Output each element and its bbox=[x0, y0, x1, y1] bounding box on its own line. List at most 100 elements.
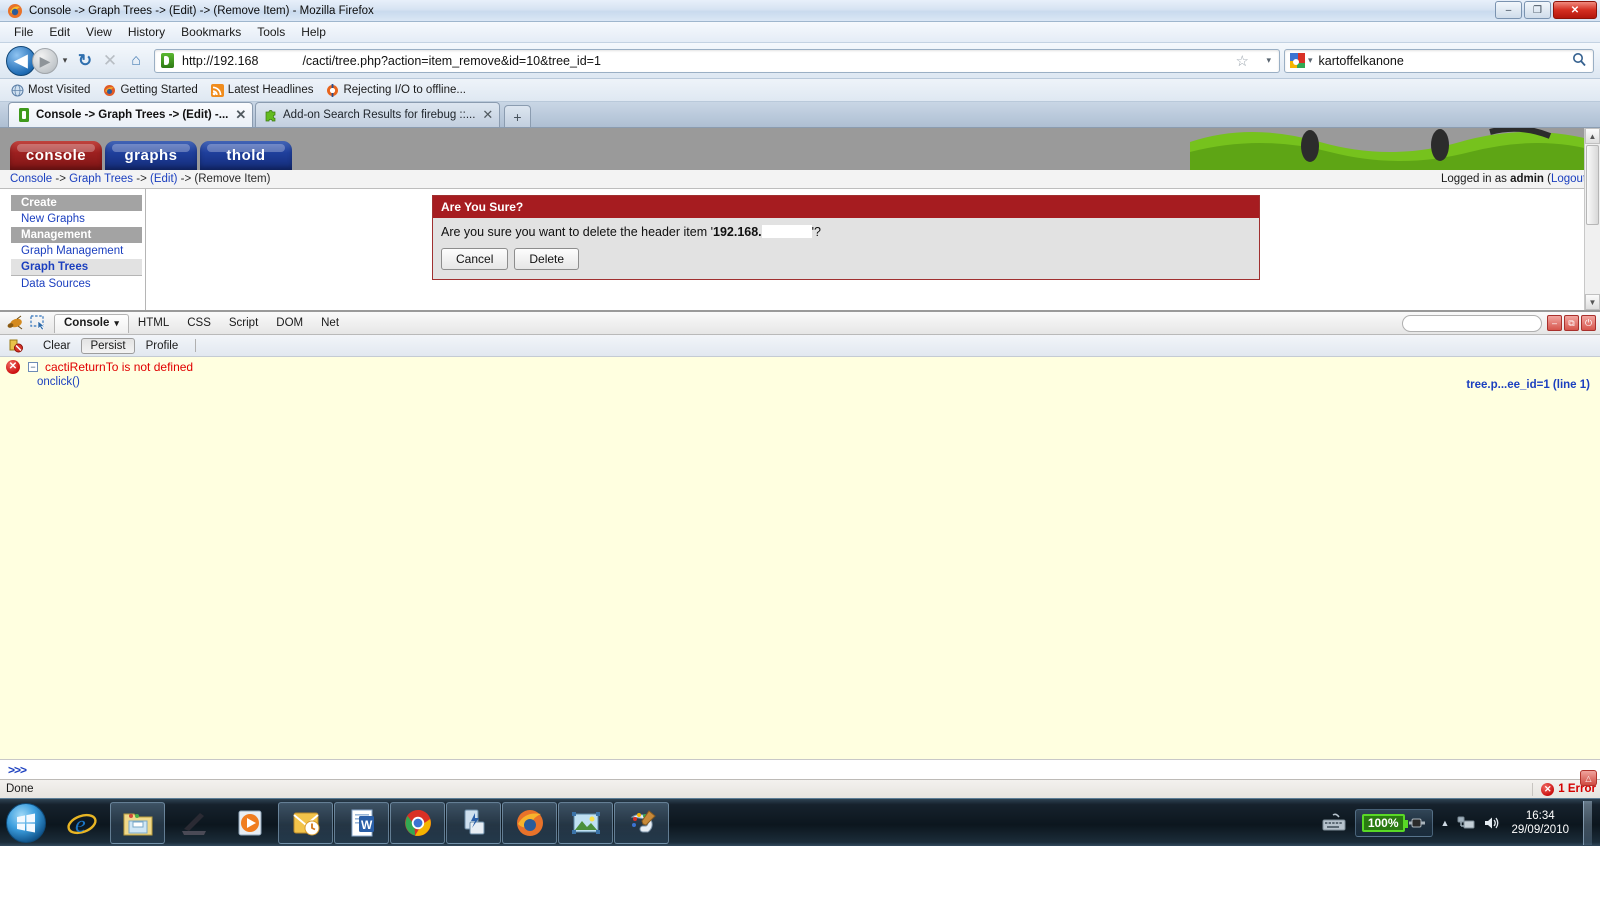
forward-icon[interactable]: ▶ bbox=[32, 47, 58, 74]
menu-tools[interactable]: Tools bbox=[249, 23, 293, 41]
chevron-down-icon[interactable]: ▾ bbox=[1308, 55, 1313, 66]
taskbar-windows-explorer[interactable] bbox=[110, 801, 165, 844]
taskbar-microsoft-paint[interactable] bbox=[614, 801, 669, 844]
search-bar[interactable]: ▾ kartoffelkanone bbox=[1284, 48, 1594, 73]
menu-help[interactable]: Help bbox=[293, 23, 334, 41]
system-tray: 100% ▲ 16:34 29/09/2010 bbox=[1321, 799, 1600, 846]
firebug-tab-console[interactable]: Console ▾ bbox=[54, 313, 129, 333]
search-icon[interactable] bbox=[1572, 52, 1586, 69]
show-hidden-icons-chevron-icon[interactable]: ▲ bbox=[1441, 818, 1450, 828]
keyboard-icon[interactable] bbox=[1321, 813, 1347, 833]
bookmark-latest-headlines[interactable]: Latest Headlines bbox=[206, 83, 319, 98]
breadcrumb-console[interactable]: Console bbox=[10, 173, 52, 185]
clock[interactable]: 16:34 29/09/2010 bbox=[1511, 809, 1569, 837]
tab-console-graph-trees[interactable]: Console -> Graph Trees -> (Edit) -... ✕ bbox=[8, 102, 253, 127]
cacti-tab-console[interactable]: console bbox=[10, 141, 102, 170]
menu-bookmarks[interactable]: Bookmarks bbox=[173, 23, 249, 41]
firebug-tab-dom[interactable]: DOM bbox=[267, 314, 312, 332]
home-icon[interactable]: ⌂ bbox=[122, 52, 150, 70]
close-button[interactable]: ✕ bbox=[1553, 1, 1597, 19]
taskbar-google-chrome[interactable] bbox=[390, 801, 445, 844]
menu-history[interactable]: History bbox=[120, 23, 173, 41]
volume-icon[interactable] bbox=[1483, 815, 1501, 831]
chevron-down-icon[interactable]: ▾ bbox=[1266, 55, 1271, 66]
show-desktop-button[interactable] bbox=[1583, 800, 1592, 845]
taskbar-dark-laptop-app[interactable] bbox=[166, 802, 221, 844]
firebug-close-button[interactable]: ⏻ bbox=[1581, 315, 1596, 331]
expand-toggle-icon[interactable]: − bbox=[28, 362, 38, 372]
sidebar-item-graph-trees[interactable]: Graph Trees bbox=[11, 259, 142, 276]
console-error-source-link[interactable]: tree.p...ee_id=1 (line 1) bbox=[1466, 379, 1590, 391]
tab-addon-search-results[interactable]: Add-on Search Results for firebug ::... … bbox=[255, 102, 500, 127]
firebug-tab-css[interactable]: CSS bbox=[178, 314, 220, 332]
breadcrumb-graph-trees[interactable]: Graph Trees bbox=[69, 173, 133, 185]
google-icon[interactable] bbox=[1290, 53, 1305, 68]
console-error-row[interactable]: ✕ − cactiReturnTo is not defined bbox=[0, 357, 1600, 374]
scroll-down-arrow-icon[interactable]: ▼ bbox=[1585, 294, 1600, 310]
tab-strip: Console -> Graph Trees -> (Edit) -... ✕ … bbox=[0, 102, 1600, 128]
resize-grip-icon[interactable]: △ bbox=[1580, 770, 1597, 786]
firebug-tab-net[interactable]: Net bbox=[312, 314, 348, 332]
search-input[interactable]: kartoffelkanone bbox=[1319, 54, 1404, 68]
console-error-stack[interactable]: onclick() bbox=[0, 376, 1600, 388]
menu-file[interactable]: File bbox=[6, 23, 41, 41]
taskbar-mozilla-firefox[interactable] bbox=[502, 801, 557, 844]
breadcrumb-separator: -> bbox=[52, 173, 70, 185]
bookmark-rejecting-io[interactable]: Rejecting I/O to offline... bbox=[321, 83, 471, 98]
maximize-button[interactable]: ❐ bbox=[1524, 1, 1551, 19]
menu-view[interactable]: View bbox=[78, 23, 120, 41]
delete-button[interactable]: Delete bbox=[514, 248, 580, 270]
sidebar-item-new-graphs[interactable]: New Graphs bbox=[11, 211, 142, 227]
scroll-up-arrow-icon[interactable]: ▲ bbox=[1585, 128, 1600, 144]
network-icon[interactable] bbox=[1457, 815, 1475, 831]
site-identity-icon[interactable] bbox=[161, 53, 174, 68]
cancel-button[interactable]: Cancel bbox=[441, 248, 509, 270]
battery-indicator[interactable]: 100% bbox=[1354, 808, 1433, 837]
taskbar-photo-viewer[interactable] bbox=[558, 801, 613, 844]
window-controls[interactable]: – ❐ ✕ bbox=[1495, 1, 1597, 19]
firebug-minimize-button[interactable]: – bbox=[1547, 315, 1562, 331]
taskbar-microsoft-outlook[interactable] bbox=[278, 801, 333, 844]
scrollbar-thumb[interactable] bbox=[1586, 145, 1599, 225]
firebug-tab-html[interactable]: HTML bbox=[129, 314, 178, 332]
toolbar-divider bbox=[195, 339, 197, 352]
sidebar-item-data-sources[interactable]: Data Sources bbox=[11, 276, 142, 292]
breadcrumb-edit[interactable]: (Edit) bbox=[150, 173, 177, 185]
sidebar-item-graph-management[interactable]: Graph Management bbox=[11, 243, 142, 259]
bookmark-label: Most Visited bbox=[28, 84, 91, 96]
clear-console-icon[interactable] bbox=[8, 338, 24, 353]
new-tab-button[interactable]: + bbox=[504, 105, 531, 127]
menu-edit[interactable]: Edit bbox=[41, 23, 78, 41]
reload-icon[interactable]: ↻ bbox=[72, 51, 98, 71]
cacti-tab-graphs[interactable]: graphs bbox=[105, 141, 197, 170]
taskbar-internet-explorer[interactable]: e bbox=[54, 802, 109, 844]
firebug-command-line[interactable]: >>> bbox=[0, 759, 1600, 779]
firebug-bug-icon[interactable] bbox=[5, 315, 25, 331]
start-button[interactable] bbox=[2, 801, 50, 845]
close-icon[interactable]: ✕ bbox=[482, 107, 493, 123]
chevron-down-icon[interactable]: ▾ bbox=[114, 318, 119, 328]
firebug-tab-script[interactable]: Script bbox=[220, 314, 267, 332]
menu-bar[interactable]: File Edit View History Bookmarks Tools H… bbox=[0, 22, 1600, 43]
logout-link[interactable]: Logout bbox=[1551, 173, 1586, 185]
bookmark-getting-started[interactable]: Getting Started bbox=[98, 83, 202, 98]
profile-button[interactable]: Profile bbox=[137, 338, 188, 354]
firefox-icon bbox=[103, 84, 116, 97]
taskbar-sync-tool[interactable] bbox=[446, 801, 501, 844]
clear-button[interactable]: Clear bbox=[34, 338, 79, 354]
taskbar-microsoft-word[interactable]: W bbox=[334, 801, 389, 844]
url-bar[interactable]: http://192.168 /cacti/tree.php?action=it… bbox=[154, 48, 1280, 73]
cacti-tab-thold[interactable]: thold bbox=[200, 141, 292, 170]
bookmark-most-visited[interactable]: Most Visited bbox=[6, 83, 95, 98]
chevron-down-icon[interactable]: ▾ bbox=[58, 55, 72, 66]
bookmark-star-icon[interactable]: ☆ bbox=[1236, 52, 1249, 70]
taskbar-windows-media-player[interactable] bbox=[222, 802, 277, 844]
close-icon[interactable]: ✕ bbox=[235, 107, 246, 123]
firebug-detach-button[interactable]: ⧉ bbox=[1564, 315, 1579, 331]
minimize-button[interactable]: – bbox=[1495, 1, 1522, 19]
page-scrollbar[interactable]: ▲ ▼ bbox=[1584, 128, 1600, 310]
persist-button[interactable]: Persist bbox=[81, 337, 135, 354]
inspector-icon[interactable] bbox=[29, 315, 49, 331]
stop-icon[interactable]: ✕ bbox=[98, 51, 122, 71]
firebug-search-input[interactable] bbox=[1402, 315, 1542, 332]
